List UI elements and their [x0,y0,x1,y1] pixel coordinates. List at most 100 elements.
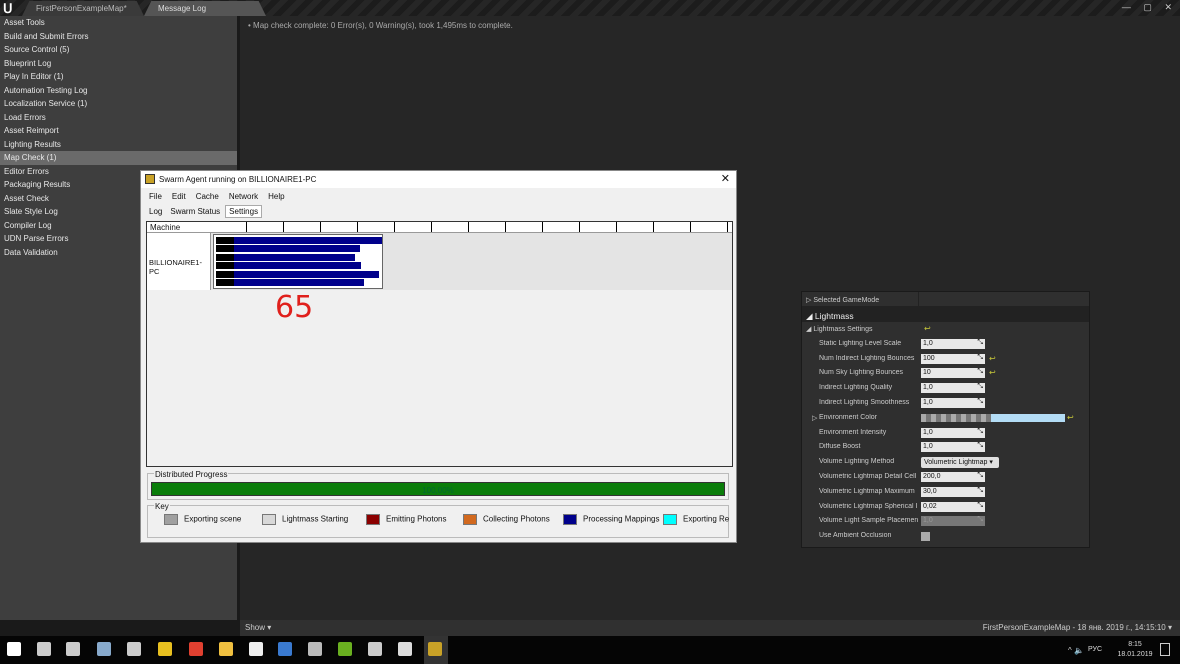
minimize-button[interactable]: — [1122,2,1131,12]
swarm-status-chart: Machine BILLIONAIRE1-PC 65 [146,221,733,467]
close-button[interactable]: ✕ [1164,2,1172,12]
property-value-field[interactable]: 30,0 [921,486,985,497]
sidebar-item[interactable]: Load Errors [0,111,237,125]
distributed-progress-group: Distributed Progress 100,00% [147,470,729,500]
swarm-icon[interactable] [428,642,442,656]
tab-map[interactable]: FirstPersonExampleMap* [22,1,144,16]
property-row: Static Lighting Level Scale 1,0 [802,337,1089,352]
menu-cache[interactable]: Cache [196,192,219,201]
epic-games-icon[interactable] [368,642,382,656]
property-label: Indirect Lighting Quality [819,384,893,392]
windows-taskbar: ^ 🔈 РУС 8:15 18.01.2019 [0,636,1180,664]
key-swatch [663,514,677,525]
torrent-icon[interactable] [338,642,352,656]
swarm-agent-window: Swarm Agent running on BILLIONAIRE1-PC ✕… [140,170,737,543]
sidebar-item[interactable]: Map Check (1) [0,151,237,165]
menu-network[interactable]: Network [229,192,258,201]
property-row: Volume Light Sample Placemen 1,0 [802,514,1089,529]
key-item-label: Collecting Photons [483,514,550,524]
environment-color-swatch[interactable] [921,413,1065,422]
reset-icon[interactable]: ↩ [989,368,996,377]
swarm-title: Swarm Agent running on BILLIONAIRE1-PC [159,175,317,184]
machine-row: BILLIONAIRE1-PC [147,233,732,290]
swarm-tab[interactable]: Settings [225,205,263,218]
sidebar-item[interactable]: Asset Tools [0,16,237,30]
property-label: Volumetric Lightmap Detail Cell [819,472,917,480]
show-filter-button[interactable]: Show ▾ [245,623,271,632]
maximize-button[interactable]: ▢ [1143,2,1152,12]
property-label: Use Ambient Occlusion [819,532,892,540]
property-value-field[interactable]: 1,0 [921,442,985,453]
key-label: Key [154,502,170,511]
task-view-icon[interactable] [66,642,80,656]
clock[interactable]: 8:15 18.01.2019 [1115,640,1155,660]
photoshop-icon[interactable] [278,642,292,656]
swarm-tab-bar: Log Swarm Status Settings [141,204,736,219]
property-row: Indirect Lighting Smoothness 1,0 [802,396,1089,411]
explorer-icon[interactable] [97,642,111,656]
machine-name: BILLIONAIRE1-PC [147,233,211,290]
swarm-tab[interactable]: Log [146,206,165,217]
property-value-field[interactable]: 200,0 [921,471,985,482]
sidebar-item[interactable]: Localization Service (1) [0,97,237,111]
group-label: Lightmass Settings [813,326,873,333]
property-value-field[interactable]: 1,0 [921,383,985,394]
key-item: Lightmass Starting [262,514,348,525]
ambient-occlusion-checkbox[interactable] [921,532,930,542]
property-row: Volume Lighting Method Volumetric Lightma… [802,455,1089,470]
property-value-field[interactable]: 10 [921,368,985,379]
notepad-icon[interactable] [249,642,263,656]
unreal-icon[interactable] [398,642,412,656]
lightmass-section-header[interactable]: ◢ Lightmass [802,307,1089,322]
menu-edit[interactable]: Edit [172,192,186,201]
calculator-icon[interactable] [308,642,322,656]
property-value-field[interactable]: 0,02 [921,501,985,512]
lightmass-settings-group[interactable]: ◢ Lightmass Settings ↩ [802,322,1089,337]
property-value-field[interactable]: 100 [921,353,985,364]
files-icon[interactable] [219,642,233,656]
key-item: Processing Mappings [563,514,659,525]
property-value-field[interactable]: 1,0 [921,397,985,408]
menu-help[interactable]: Help [268,192,284,201]
selected-gamemode-row[interactable]: ▷ Selected GameMode [802,292,1089,307]
menu-file[interactable]: File [149,192,162,201]
property-value-field[interactable]: 1,0 [921,427,985,438]
sidebar-item[interactable]: Source Control (5) [0,43,237,57]
sidebar-item[interactable]: Asset Reimport [0,124,237,138]
sidebar-item[interactable]: Automation Testing Log [0,84,237,98]
sidebar-item[interactable]: Play In Editor (1) [0,70,237,84]
reset-icon[interactable]: ↩ [989,354,996,363]
reset-icon[interactable]: ↩ [924,324,931,333]
property-value-field[interactable]: 1,0 [921,338,985,349]
clock-date: 18.01.2019 [1117,651,1153,658]
property-label: Num Sky Lighting Bounces [819,369,904,377]
log-page-selector[interactable]: FirstPersonExampleMap - 18 янв. 2019 г.,… [983,623,1172,632]
tab-message-log[interactable]: Message Log [144,1,266,16]
sidebar-item[interactable]: Build and Submit Errors [0,30,237,44]
property-row: ▷ Environment Color ↩ [802,411,1089,426]
app-icon[interactable] [127,642,141,656]
start-icon[interactable] [7,642,21,656]
window-controls[interactable]: — ▢ ✕ [1122,2,1172,13]
search-icon[interactable] [37,642,51,656]
arduino-icon[interactable] [158,642,172,656]
property-row: Num Indirect Lighting Bounces 100 ↩ [802,352,1089,367]
tray-icons[interactable]: ^ 🔈 [1068,646,1084,655]
key-swatch [262,514,276,525]
swarm-close-button[interactable]: ✕ [721,172,730,185]
sidebar-item[interactable]: Blueprint Log [0,57,237,71]
job-bar [216,237,382,244]
property-value-field[interactable]: 1,0 [921,516,985,527]
notifications-icon[interactable] [1160,643,1170,656]
expand-icon[interactable]: ▷ [812,414,817,422]
language-indicator[interactable]: РУС [1088,646,1102,653]
swarm-icon [145,174,155,184]
volume-lighting-method-dropdown[interactable]: Volumetric Lightmap ▾ [921,457,999,469]
sidebar-item[interactable]: Lighting Results [0,138,237,152]
chrome-icon[interactable] [189,642,203,656]
swarm-tab[interactable]: Swarm Status [167,206,223,217]
job-bar [216,270,379,278]
property-label: Volumetric Lightmap Maximum [819,487,915,495]
reset-icon[interactable]: ↩ [1067,413,1074,422]
property-row: Indirect Lighting Quality 1,0 [802,381,1089,396]
